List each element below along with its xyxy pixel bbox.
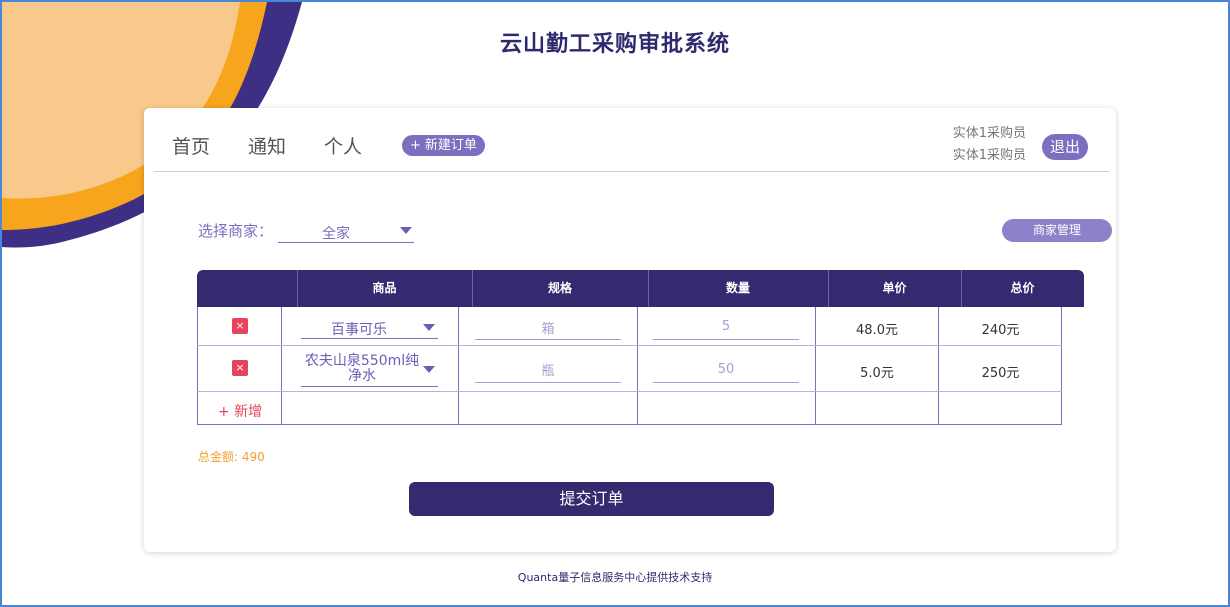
order-total: 总金额: 490: [198, 450, 265, 464]
column-divider: [458, 307, 459, 425]
order-card: 首页 通知 个人 + 新建订单 实体1采购员 实体1采购员 退出 选择商家： 全家…: [144, 108, 1116, 552]
new-order-label: 新建订单: [424, 138, 477, 153]
table-header: 商品 规格 数量 单价 总价: [197, 270, 1084, 307]
new-order-button[interactable]: + 新建订单: [402, 135, 485, 156]
header-separator: [961, 270, 962, 307]
delete-row-button[interactable]: ×: [232, 318, 248, 334]
user-name-line1: 实体1采购员: [952, 126, 1026, 141]
chevron-down-icon: [423, 366, 435, 373]
nav-personal[interactable]: 个人: [324, 132, 362, 159]
chevron-down-icon: [400, 227, 412, 234]
column-divider: [281, 307, 282, 425]
nav-divider: [154, 171, 1109, 172]
header-separator: [472, 270, 473, 307]
vendor-label: 选择商家：: [198, 222, 274, 240]
order-table: 商品 规格 数量 单价 总价 × 百事可乐 箱 5 48.0元 240元 × 农…: [197, 270, 1084, 428]
vendor-selected-value: 全家: [322, 226, 350, 242]
header-cell-total: 总价: [1010, 281, 1035, 295]
header-cell-product: 商品: [372, 281, 397, 295]
row-divider: [197, 345, 1062, 346]
column-divider: [637, 307, 638, 425]
app-window: 云山勤工采购审批系统 首页 通知 个人 + 新建订单 实体1采购员 实体1采购员 …: [0, 0, 1230, 607]
delete-row-button[interactable]: ×: [232, 360, 248, 376]
header-separator: [828, 270, 829, 307]
row-total-value: 250元: [981, 366, 1020, 381]
header-separator: [648, 270, 649, 307]
logout-button[interactable]: 退出: [1042, 134, 1088, 160]
product-select[interactable]: 农夫山泉550ml纯净水: [301, 354, 438, 387]
row-divider: [197, 391, 1062, 392]
plus-icon: +: [410, 138, 421, 153]
header-cell-unit-price: 单价: [882, 281, 907, 295]
row-total-value: 240元: [981, 323, 1020, 338]
quantity-field[interactable]: 50: [653, 362, 799, 383]
merchant-manage-button[interactable]: 商家管理: [1002, 219, 1112, 242]
product-value: 百事可乐: [331, 322, 387, 338]
unit-price-value: 5.0元: [860, 366, 894, 381]
product-select[interactable]: 百事可乐: [301, 318, 438, 339]
quantity-field[interactable]: 5: [653, 319, 799, 340]
vendor-select[interactable]: 全家: [278, 222, 414, 243]
chevron-down-icon: [423, 324, 435, 331]
nav-home[interactable]: 首页: [172, 132, 210, 159]
footer-credit: Quanta量子信息服务中心提供技术支持: [517, 571, 713, 584]
spec-field[interactable]: 瓶: [475, 360, 621, 383]
top-nav: 首页 通知 个人 + 新建订单 实体1采购员 实体1采购员 退出: [144, 108, 1116, 172]
nav-notice[interactable]: 通知: [248, 132, 286, 159]
add-row-button[interactable]: + 新增: [218, 401, 262, 421]
header-separator: [297, 270, 298, 307]
spec-field[interactable]: 箱: [475, 318, 621, 340]
header-cell-spec: 规格: [547, 281, 572, 295]
header-cell-quantity: 数量: [725, 281, 750, 295]
header-cell-action: [197, 270, 297, 307]
submit-order-button[interactable]: 提交订单: [409, 482, 774, 516]
unit-price-value: 48.0元: [856, 323, 898, 338]
product-value: 农夫山泉550ml纯净水: [304, 353, 420, 384]
user-name-line2: 实体1采购员: [952, 148, 1026, 163]
app-title: 云山勤工采购审批系统: [499, 32, 730, 57]
